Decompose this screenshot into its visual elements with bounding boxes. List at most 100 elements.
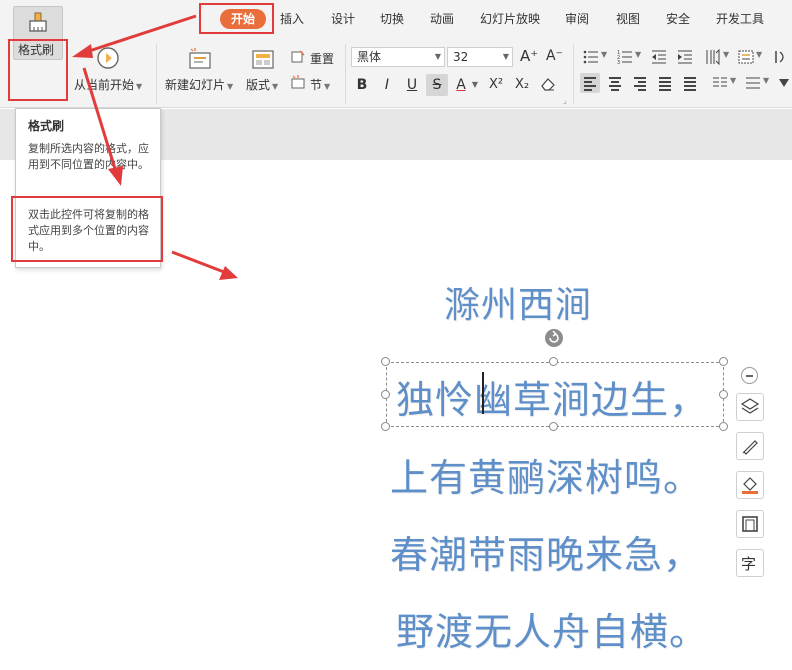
chevron-down-icon[interactable]: ▼ <box>635 50 641 59</box>
new-slide-button[interactable]: 新建幻灯片 ▼ <box>163 42 237 96</box>
resize-handle[interactable] <box>719 357 728 366</box>
grow-font-button[interactable]: A⁺ <box>520 47 538 65</box>
italic-button[interactable]: I <box>377 74 397 96</box>
play-slide-icon <box>97 47 119 69</box>
layout-label: 版式 ▼ <box>246 78 279 92</box>
chevron-down-icon: ▼ <box>272 82 279 91</box>
chevron-down-icon[interactable]: ▼ <box>470 74 480 96</box>
chevron-down-icon[interactable]: ▼ <box>730 76 736 85</box>
line-spacing-icon[interactable] <box>705 49 721 65</box>
tab-review[interactable]: 审阅 <box>565 9 589 29</box>
outline-icon <box>742 516 758 532</box>
chevron-down-icon: ▼ <box>502 52 509 61</box>
distribute-button[interactable] <box>680 73 700 93</box>
text-direction-icon[interactable] <box>772 49 788 65</box>
divider <box>156 44 157 104</box>
subscript-button[interactable]: X₂ <box>510 74 534 96</box>
numbered-list-icon[interactable]: 1 2 3 <box>617 49 633 65</box>
poem-line-2[interactable]: 上有黄鹂深树鸣。 <box>390 447 702 502</box>
poem-line-4[interactable]: 野渡无人舟自横。 <box>396 601 708 656</box>
strikethrough-button[interactable]: S <box>426 74 448 96</box>
format-brush-label: 格式刷 <box>18 43 55 57</box>
chevron-down-icon: ▼ <box>434 52 441 61</box>
resize-handle[interactable] <box>549 357 558 366</box>
pen-icon <box>742 440 758 455</box>
tab-animation[interactable]: 动画 <box>430 9 454 29</box>
format-brush-tooltip: 格式刷 复制所选内容的格式，应用到不同位置的内容中。 双击此控件可将复制的格式应… <box>15 108 161 268</box>
tab-developer[interactable]: 开发工具 <box>716 9 764 29</box>
columns-icon[interactable] <box>712 75 728 91</box>
reset-button[interactable]: 重置 <box>290 49 342 67</box>
layout-icon <box>252 50 274 69</box>
font-size-select[interactable]: 32 ▼ <box>447 47 513 67</box>
align-left-button[interactable] <box>580 73 600 93</box>
paragraph-spacing-icon[interactable] <box>745 75 761 91</box>
tab-design[interactable]: 设计 <box>331 9 355 29</box>
resize-handle[interactable] <box>719 390 728 399</box>
paintbrush-icon <box>29 12 47 32</box>
chevron-down-icon[interactable]: ▼ <box>756 50 762 59</box>
selected-text-box[interactable] <box>386 362 724 427</box>
more-options-icon[interactable] <box>776 75 792 91</box>
bullet-list-icon[interactable] <box>583 49 599 65</box>
format-brush-button[interactable]: 格式刷 <box>13 6 63 60</box>
decrease-indent-icon[interactable] <box>651 49 667 65</box>
section-label: 节 ▼ <box>310 78 331 92</box>
reset-icon <box>291 50 305 63</box>
tab-security[interactable]: 安全 <box>666 9 690 29</box>
tab-slideshow[interactable]: 幻灯片放映 <box>480 9 540 29</box>
chevron-down-icon[interactable]: ▼ <box>763 76 769 85</box>
layer-button[interactable] <box>736 393 764 421</box>
divider <box>345 44 346 104</box>
align-center-button[interactable] <box>605 73 625 93</box>
font-name-select[interactable]: 黑体 ▼ <box>351 47 445 67</box>
ribbon-tab-bar: 开始 插入 设计 切换 动画 幻灯片放映 审阅 视图 安全 开发工具 <box>0 0 792 36</box>
chevron-down-icon[interactable]: ▼ <box>723 50 729 59</box>
text-effect-button[interactable]: 字 <box>736 549 764 577</box>
poem-line-3[interactable]: 春潮带雨晚来急， <box>390 524 702 579</box>
underline-button[interactable]: U <box>402 74 422 96</box>
fill-button[interactable] <box>736 471 764 499</box>
rotate-handle-icon[interactable] <box>544 328 564 348</box>
font-color-button[interactable]: A <box>452 74 470 96</box>
from-current-label: 从当前开始 ▼ <box>74 78 143 92</box>
layout-button[interactable]: 版式 ▼ <box>244 42 282 96</box>
collapse-toolbar-button[interactable] <box>741 367 758 384</box>
resize-handle[interactable] <box>549 422 558 431</box>
bold-button[interactable]: B <box>352 74 372 96</box>
align-right-button[interactable] <box>630 73 650 93</box>
chevron-down-icon[interactable]: ▼ <box>601 50 607 59</box>
chevron-down-icon: ▼ <box>324 82 331 91</box>
resize-handle[interactable] <box>381 390 390 399</box>
reset-label: 重置 <box>310 52 335 66</box>
resize-handle[interactable] <box>381 357 390 366</box>
tab-transition[interactable]: 切换 <box>380 9 404 29</box>
dialog-launcher-icon[interactable]: ⌟ <box>563 96 567 105</box>
fill-bucket-icon <box>742 477 758 494</box>
from-current-button[interactable]: 从当前开始 ▼ <box>72 42 146 96</box>
pen-button[interactable] <box>736 432 764 460</box>
new-slide-label: 新建幻灯片 ▼ <box>165 78 234 92</box>
slide-title[interactable]: 滁州西涧 <box>444 276 592 328</box>
new-slide-icon <box>189 48 211 69</box>
eraser-icon[interactable] <box>540 76 556 92</box>
increase-indent-icon[interactable] <box>677 49 693 65</box>
tab-insert[interactable]: 插入 <box>280 9 304 29</box>
divider <box>573 44 574 104</box>
section-icon <box>291 75 305 89</box>
tab-view[interactable]: 视图 <box>616 9 640 29</box>
char-icon: 字 <box>741 555 757 573</box>
resize-handle[interactable] <box>719 422 728 431</box>
shrink-font-button[interactable]: A⁻ <box>546 48 563 64</box>
font-name-value: 黑体 <box>357 50 382 64</box>
chevron-down-icon: ▼ <box>136 82 143 91</box>
superscript-button[interactable]: X² <box>484 74 508 96</box>
text-box-align-icon[interactable] <box>738 49 754 65</box>
tooltip-title: 格式刷 <box>28 119 65 133</box>
tab-home[interactable]: 开始 <box>220 9 267 29</box>
section-button[interactable]: 节 ▼ <box>290 75 342 93</box>
svg-text:3: 3 <box>617 60 620 65</box>
justify-button[interactable] <box>655 73 675 93</box>
outline-button[interactable] <box>736 510 764 538</box>
resize-handle[interactable] <box>381 422 390 431</box>
